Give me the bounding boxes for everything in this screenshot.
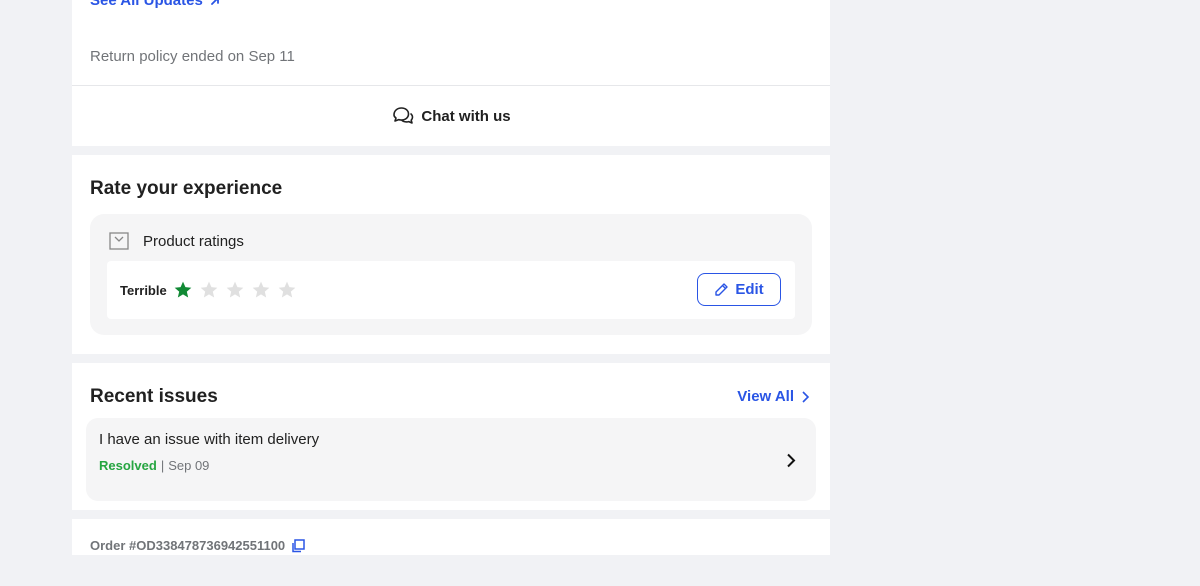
rate-experience-title: Rate your experience <box>90 178 283 199</box>
rate-experience-card: Rate your experience Product ratings Ter… <box>72 155 830 354</box>
edit-rating-button[interactable]: Edit <box>697 273 781 306</box>
rating-row: Terrible Edit <box>107 261 795 319</box>
chat-with-us-button[interactable]: Chat with us <box>72 86 830 146</box>
arrow-up-right-icon <box>210 0 219 5</box>
return-policy-text: Return policy ended on Sep 11 <box>90 48 295 65</box>
order-id-line: Order #OD338478736942551100 <box>90 538 305 553</box>
see-all-updates-label: See All Updates <box>90 0 203 9</box>
issue-title: I have an issue with item delivery <box>99 431 320 448</box>
view-all-issues-link[interactable]: View All <box>737 388 810 405</box>
star-1-filled-icon[interactable] <box>173 280 193 300</box>
issue-status-badge: Resolved <box>99 458 157 473</box>
issue-list-item[interactable]: I have an issue with item delivery Resol… <box>86 418 816 501</box>
meta-separator: | <box>160 458 165 473</box>
product-ratings-label: Product ratings <box>143 232 244 250</box>
view-all-label: View All <box>737 388 794 405</box>
star-2-empty-icon[interactable] <box>199 280 219 300</box>
chevron-right-icon <box>802 390 810 403</box>
recent-issues-card: Recent issues View All I have an issue w… <box>72 363 830 510</box>
issue-date: Sep 09 <box>168 458 210 473</box>
product-ratings-header: Product ratings <box>109 232 244 250</box>
updates-card: See All Updates Return policy ended on S… <box>72 0 830 146</box>
edit-label: Edit <box>735 281 764 298</box>
star-4-empty-icon[interactable] <box>251 280 271 300</box>
see-all-updates-link[interactable]: See All Updates <box>90 0 221 9</box>
copy-icon[interactable] <box>291 538 305 553</box>
star-5-empty-icon[interactable] <box>277 280 297 300</box>
chat-with-us-label: Chat with us <box>421 107 511 125</box>
recent-issues-title: Recent issues <box>90 386 218 407</box>
order-id-card: Order #OD338478736942551100 <box>72 519 830 555</box>
order-id-text: Order #OD338478736942551100 <box>90 538 286 553</box>
chevron-right-icon <box>787 453 796 468</box>
star-3-empty-icon[interactable] <box>225 280 245 300</box>
star-rating <box>173 280 297 300</box>
rating-label: Terrible <box>120 283 167 298</box>
pencil-icon <box>715 283 729 296</box>
product-box-icon <box>109 232 129 250</box>
product-ratings-box: Product ratings Terrible Edit <box>90 214 812 335</box>
chat-bubbles-icon <box>393 107 414 124</box>
issue-meta: Resolved | Sep 09 <box>99 458 209 473</box>
